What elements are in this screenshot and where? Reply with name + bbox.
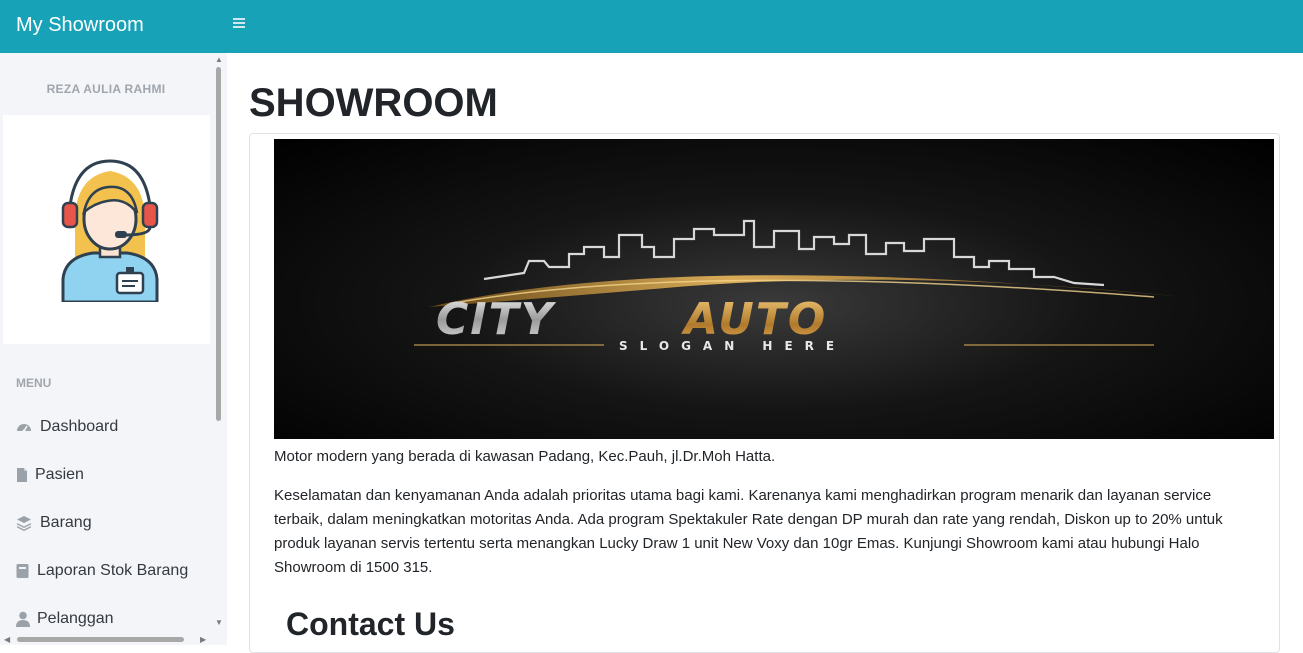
sidebar-item-label: Pasien <box>35 466 84 483</box>
scroll-down-arrow-icon[interactable]: ▼ <box>214 619 224 627</box>
sidebar-item-pasien[interactable]: Pasien <box>16 463 84 487</box>
sidebar-item-label: Barang <box>40 514 92 531</box>
sidebar-item-label: Pelanggan <box>37 610 114 627</box>
logo-text-city: CITY <box>436 294 557 345</box>
scrollbar-thumb[interactable] <box>216 67 221 421</box>
sidebar-item-laporan-stok-barang[interactable]: Laporan Stok Barang <box>16 559 188 583</box>
sidebar-horizontal-scrollbar[interactable]: ◀ ▶ <box>0 633 212 645</box>
top-navbar: My Showroom <box>0 0 1303 53</box>
paragraph-intro: Motor modern yang berada di kawasan Pada… <box>274 448 776 465</box>
sidebar-item-dashboard[interactable]: Dashboard <box>16 415 118 439</box>
scrollbar-thumb[interactable] <box>17 637 184 642</box>
sidebar-vertical-scrollbar[interactable]: ▲ ▼ <box>213 53 225 633</box>
sidebar-toggle-button[interactable] <box>232 16 248 32</box>
scroll-left-arrow-icon[interactable]: ◀ <box>4 635 10 644</box>
layers-icon <box>16 515 32 531</box>
logo-text-auto: AUTO <box>681 294 827 345</box>
file-icon <box>16 467 28 483</box>
support-agent-avatar-icon <box>61 159 159 302</box>
sidebar-item-barang[interactable]: Barang <box>16 511 92 535</box>
sidebar-content: REZA AULIA RAHMI MENU Dashboard Pasien B… <box>0 53 212 633</box>
scroll-up-arrow-icon[interactable]: ▲ <box>214 56 224 64</box>
avatar <box>3 115 210 344</box>
sidebar: REZA AULIA RAHMI MENU Dashboard Pasien B… <box>0 53 227 645</box>
contact-heading: Contact Us <box>286 606 455 642</box>
hamburger-icon <box>232 16 248 30</box>
sidebar-item-label: Dashboard <box>40 418 119 435</box>
paragraph-promo: Keselamatan dan kenyamanan Anda adalah p… <box>274 487 1223 576</box>
page-title: SHOWROOM <box>249 81 498 125</box>
brand-title[interactable]: My Showroom <box>16 14 144 37</box>
logo-slogan: SLOGAN HERE <box>619 339 846 353</box>
cityauto-logo: CITY AUTO SLOGAN HERE <box>414 219 1184 353</box>
user-icon <box>16 611 30 627</box>
menu-heading: MENU <box>16 376 52 390</box>
sidebar-user-name: REZA AULIA RAHMI <box>46 82 166 96</box>
book-icon <box>16 563 29 579</box>
scroll-right-arrow-icon[interactable]: ▶ <box>200 635 206 644</box>
sidebar-item-pelanggan[interactable]: Pelanggan <box>16 607 114 631</box>
showroom-banner-image: CITY AUTO SLOGAN HERE <box>274 139 1274 439</box>
dashboard-icon <box>16 419 32 435</box>
sidebar-item-label: Laporan Stok Barang <box>37 562 189 579</box>
